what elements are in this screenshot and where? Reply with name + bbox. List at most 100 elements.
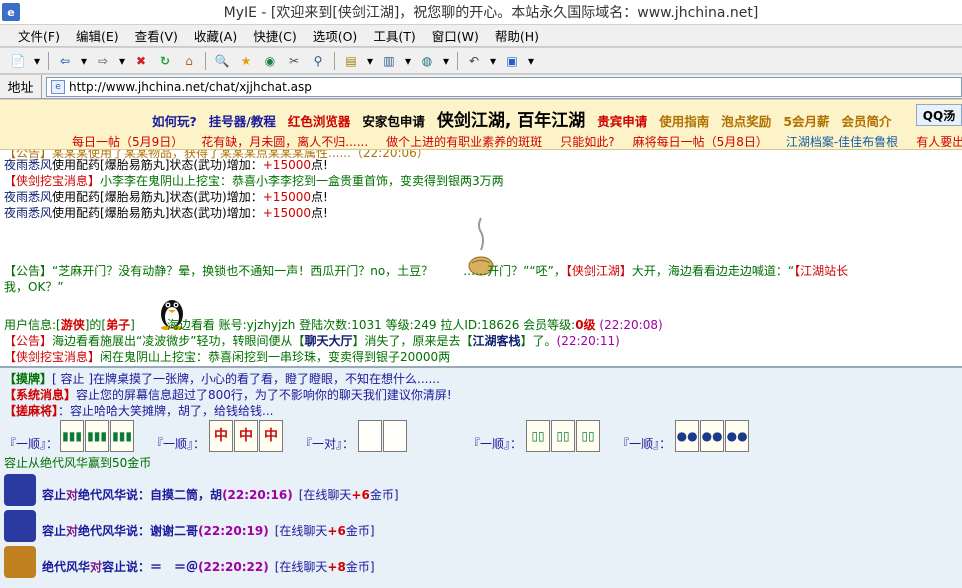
chat-line: 【系统消息】容止您的屏幕信息超过了800行，为了不影响你的聊天我们建议你清屏! bbox=[4, 386, 452, 403]
address-label: 地址 bbox=[0, 75, 42, 98]
user-name-link[interactable]: 夜雨悉风 bbox=[4, 206, 52, 220]
new-page-icon[interactable]: 📄 bbox=[8, 52, 28, 70]
user-name-link[interactable]: 容止 bbox=[102, 560, 126, 574]
message-tag: 【侠剑江湖】 bbox=[565, 264, 632, 278]
timestamp: (22:20:16) bbox=[222, 488, 293, 502]
room-link[interactable]: 江湖客栈 bbox=[472, 334, 520, 348]
menu-view[interactable]: 查看(V) bbox=[135, 26, 178, 45]
menu-favorites[interactable]: 收藏(A) bbox=[194, 26, 237, 45]
chat-line: 【公告】海边看看施展出“凌波微步”轻功，转眼间便从【聊天大厅】消失了，原来是去【… bbox=[4, 332, 620, 349]
timestamp: (22:20:08) bbox=[599, 318, 663, 332]
banner-link[interactable]: 如何玩? bbox=[152, 111, 197, 130]
banner-link[interactable]: 5会月薪 bbox=[783, 111, 829, 130]
user-name-link[interactable]: 绝代风华 bbox=[78, 524, 126, 538]
chat-text: 金币] bbox=[345, 524, 375, 538]
chevron-down-icon[interactable]: ▾ bbox=[365, 52, 375, 70]
search-icon[interactable]: 🔍 bbox=[212, 52, 232, 70]
meld-label: 『一顺』： bbox=[151, 437, 206, 451]
banner-news-link[interactable]: 花有缺，月未圆，离人不归...... bbox=[201, 135, 368, 149]
user-name-link[interactable]: 容止 bbox=[42, 524, 66, 538]
myie-app-icon[interactable]: e bbox=[2, 3, 20, 21]
url-text[interactable]: http://www.jhchina.net/chat/xjjhchat.asp bbox=[69, 80, 312, 94]
user-name-link[interactable]: 夜雨悉风 bbox=[4, 190, 52, 204]
chat-text: [在线聊天 bbox=[298, 488, 352, 502]
toolbar-separator bbox=[457, 51, 458, 70]
chat-text: 使用配药[爆胎易筋丸]状态(武功)增加： bbox=[52, 206, 263, 220]
banner-link[interactable]: 会员简介 bbox=[842, 111, 892, 130]
banner-news-link[interactable]: 有人要出 bbox=[916, 135, 962, 149]
chat-text: 金币] bbox=[345, 560, 375, 574]
menu-help[interactable]: 帮助(H) bbox=[495, 26, 539, 45]
banner-link[interactable]: 红色浏览器 bbox=[288, 111, 351, 130]
chevron-down-icon[interactable]: ▾ bbox=[79, 52, 89, 70]
zoom-icon[interactable]: ⚲ bbox=[308, 52, 328, 70]
window-icon[interactable]: ▣ bbox=[502, 52, 522, 70]
meld-label: 『一对』： bbox=[300, 437, 355, 451]
user-name-link[interactable]: 夜雨悉风 bbox=[4, 158, 52, 172]
home-icon[interactable]: ⌂ bbox=[179, 52, 199, 70]
user-class: 游侠 bbox=[60, 318, 85, 332]
white-dragon-tile-icon bbox=[383, 420, 408, 452]
user-rank: 弟子 bbox=[106, 318, 131, 332]
banner-link[interactable]: 贵宾申请 bbox=[597, 111, 647, 130]
chat-text: 对 bbox=[66, 524, 79, 538]
bamboo-tile-icon: ▯▯ bbox=[551, 420, 576, 452]
forward-icon[interactable]: ⇨ bbox=[93, 52, 113, 70]
banner-link[interactable]: 泡点奖励 bbox=[721, 111, 771, 130]
bamboo-tile-icon: ▮▮▮ bbox=[85, 420, 110, 452]
timestamp: (22:20:11) bbox=[556, 334, 620, 348]
menu-tools[interactable]: 工具(T) bbox=[373, 26, 415, 45]
chat-text: 海边看看施展出“凌波微步”轻功，转眼间便从【 bbox=[52, 334, 305, 348]
menu-shortcut[interactable]: 快捷(C) bbox=[253, 26, 296, 45]
chat-line: 夜雨悉风使用配药[爆胎易筋丸]状态(武功)增加：+15000点! bbox=[4, 156, 328, 173]
toolbar: 📄 ▾ ⇦ ▾ ⇨ ▾ ✖ ↻ ⌂ 🔍 ★ ◉ ✂ ⚲ ▤ ▾ ▥ ▾ ◍ ▾ ↶ ▾ ▣ ▾ bbox=[0, 48, 962, 74]
stop-icon[interactable]: ✖ bbox=[131, 52, 151, 70]
user-name-link[interactable]: 绝代风华 bbox=[78, 488, 126, 502]
private-message: 绝代风华对容止说：＝ ＝＠(22:20:22) [在线聊天+8金币] bbox=[42, 558, 375, 575]
page-icon[interactable]: ▤ bbox=[341, 52, 361, 70]
menu-options[interactable]: 选项(O) bbox=[313, 26, 358, 45]
chevron-down-icon[interactable]: ▾ bbox=[441, 52, 451, 70]
member-level: 0级 bbox=[575, 318, 596, 332]
menu-file[interactable]: 文件(F) bbox=[18, 26, 60, 45]
chevron-down-icon[interactable]: ▾ bbox=[488, 52, 498, 70]
banner-news-link[interactable]: 江湖档案-佳佳布鲁根 bbox=[786, 135, 898, 149]
chevron-down-icon[interactable]: ▾ bbox=[117, 52, 127, 70]
chat-text: ：容止哈哈大笑摊牌，胡了，给钱给钱... bbox=[58, 404, 274, 418]
banner-news-link[interactable]: 每日一帖（5月9日） bbox=[72, 135, 183, 149]
banner-link[interactable]: 侠剑江湖, 百年江湖 bbox=[437, 106, 585, 131]
url-field[interactable]: e http://www.jhchina.net/chat/xjjhchat.a… bbox=[46, 76, 962, 97]
globe-icon[interactable]: ◍ bbox=[417, 52, 437, 70]
announcement-line: 【公告】“芝麻开门？没有动静？晕，换锁也不通知一声！西瓜开门？no，土豆？ ……开… bbox=[4, 262, 848, 279]
undo-icon[interactable]: ↶ bbox=[464, 52, 484, 70]
refresh-icon[interactable]: ↻ bbox=[155, 52, 175, 70]
user-name-link[interactable]: 绝代风华 bbox=[42, 560, 90, 574]
toolbar-separator bbox=[205, 51, 206, 70]
tools-icon[interactable]: ✂ bbox=[284, 52, 304, 70]
chevron-down-icon[interactable]: ▾ bbox=[526, 52, 536, 70]
chat-text: 对 bbox=[90, 560, 103, 574]
menu-window[interactable]: 窗口(W) bbox=[432, 26, 479, 45]
menu-bar: 文件(F) 编辑(E) 查看(V) 收藏(A) 快捷(C) 选项(O) 工具(T… bbox=[0, 25, 962, 47]
room-link[interactable]: 聊天大厅 bbox=[304, 334, 352, 348]
history-icon[interactable]: ◉ bbox=[260, 52, 280, 70]
chat-text: 说：谢谢二哥 bbox=[126, 524, 199, 538]
back-icon[interactable]: ⇦ bbox=[55, 52, 75, 70]
banner-news-link[interactable]: 只能如此? bbox=[560, 135, 614, 149]
private-message: 容止对绝代风华说：自摸二筒，胡(22:20:16) [在线聊天+6金币] bbox=[42, 486, 399, 503]
chevron-down-icon[interactable]: ▾ bbox=[32, 52, 42, 70]
save-icon[interactable]: ▥ bbox=[379, 52, 399, 70]
qq-button[interactable]: QQ汤 bbox=[916, 104, 962, 126]
chat-text: 对 bbox=[66, 488, 79, 502]
menu-edit[interactable]: 编辑(E) bbox=[76, 26, 119, 45]
timestamp: (22:20:19) bbox=[198, 524, 269, 538]
banner-news-link[interactable]: 麻将每日一帖（5月8日） bbox=[633, 135, 768, 149]
banner-news-link[interactable]: 做个上进的有职业素养的斑斑 bbox=[386, 135, 542, 149]
chevron-down-icon[interactable]: ▾ bbox=[403, 52, 413, 70]
banner-link[interactable]: 挂号器/教程 bbox=[209, 111, 276, 130]
banner-link[interactable]: 使用指南 bbox=[659, 111, 709, 130]
user-name-link[interactable]: 容止 bbox=[42, 488, 66, 502]
favorites-icon[interactable]: ★ bbox=[236, 52, 256, 70]
chat-line: 【摸牌】[ 容止 ]在牌桌摸了一张牌，小心的看了看，瞪了瞪眼，不知在想什么...… bbox=[4, 370, 440, 387]
banner-link[interactable]: 安家包申请 bbox=[362, 111, 425, 130]
